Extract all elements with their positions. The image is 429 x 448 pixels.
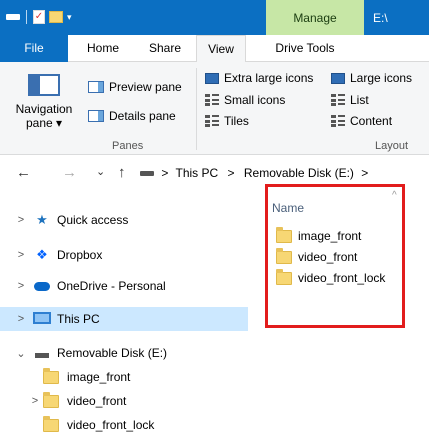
dropbox-icon: ❖ <box>36 247 48 262</box>
chevron-right-icon[interactable]: > <box>13 249 29 261</box>
window-title: E:\ <box>373 11 388 25</box>
red-highlight-box <box>265 184 405 328</box>
nav-item-dropbox[interactable]: > ❖ Dropbox <box>0 243 248 267</box>
breadcrumb-removable-disk[interactable]: Removable Disk (E:) <box>244 166 354 180</box>
preview-pane-button[interactable]: Preview pane <box>88 80 182 94</box>
preview-pane-label: Preview pane <box>109 80 182 94</box>
details-pane-button[interactable]: Details pane <box>88 109 176 123</box>
extra-large-icons-icon <box>205 72 219 84</box>
manage-tab[interactable]: Manage <box>266 0 364 35</box>
breadcrumb: > This PC > Removable Disk (E:) > <box>140 166 372 180</box>
tab-view[interactable]: View <box>196 35 246 63</box>
chevron-right-icon[interactable]: > <box>27 395 43 407</box>
nav-item-this-pc[interactable]: > This PC <box>0 307 248 331</box>
chevron-down-icon[interactable]: ⌄ <box>13 347 29 360</box>
nav-item-label: Quick access <box>57 213 129 227</box>
extra-large-icons-label: Extra large icons <box>224 71 314 85</box>
drive-icon[interactable] <box>6 14 20 20</box>
ribbon-separator <box>196 68 197 150</box>
navigation-pane: > ★ Quick access > ❖ Dropbox > OneDrive … <box>0 200 248 448</box>
nav-item-quick-access[interactable]: > ★ Quick access <box>0 208 248 232</box>
tab-file[interactable]: File <box>0 35 68 62</box>
breadcrumb-separator: > <box>361 166 369 180</box>
large-icons-icon <box>331 72 345 84</box>
list-label: List <box>350 93 369 107</box>
tab-drive-tools[interactable]: Drive Tools <box>255 35 355 62</box>
title-bar: ✓ ▾ Manage E:\ <box>0 0 429 35</box>
content-icon <box>331 115 345 127</box>
tab-home[interactable]: Home <box>78 35 128 62</box>
content-label: Content <box>350 114 393 128</box>
large-icons-label: Large icons <box>350 71 413 85</box>
back-button[interactable]: ← <box>16 164 31 181</box>
details-pane-label: Details pane <box>109 109 176 123</box>
pc-icon <box>33 311 51 327</box>
forward-button[interactable]: → <box>62 164 77 181</box>
content-option[interactable]: Content <box>331 114 392 128</box>
small-icons-label: Small icons <box>224 93 286 107</box>
breadcrumb-separator: > <box>161 166 169 180</box>
list-icon <box>331 94 345 106</box>
large-icons-option[interactable]: Large icons <box>331 71 412 85</box>
navigation-pane-sublabel: pane ▾ <box>25 116 63 130</box>
nav-item-label: video_front_lock <box>67 418 155 432</box>
nav-item-image-front[interactable]: image_front <box>0 365 248 389</box>
ribbon-tabs: File Home Share View Drive Tools <box>0 35 429 63</box>
toolbar-separator <box>26 10 27 24</box>
ribbon-body: Navigation pane ▾ Preview pane Details p… <box>0 62 429 155</box>
preview-pane-icon <box>88 81 104 93</box>
quick-access-toolbar: ✓ ▾ <box>6 10 72 24</box>
panes-group-label: Panes <box>112 140 144 152</box>
folder-icon <box>43 391 59 408</box>
tiles-icon <box>205 115 219 127</box>
nav-item-video-front-lock[interactable]: video_front_lock <box>0 413 248 437</box>
navigation-pane-label: Navigation <box>15 102 73 116</box>
dropdown-icon[interactable]: ▾ <box>67 12 72 23</box>
breadcrumb-this-pc[interactable]: This PC <box>175 166 218 180</box>
star-icon: ★ <box>36 212 48 227</box>
nav-item-onedrive[interactable]: > OneDrive - Personal <box>0 274 248 298</box>
nav-item-label: image_front <box>67 370 131 384</box>
recent-locations-button[interactable]: ⌄ <box>96 165 105 178</box>
drive-icon <box>140 171 154 177</box>
details-pane-icon <box>88 110 104 122</box>
up-button[interactable]: ↑ <box>118 164 126 181</box>
breadcrumb-separator: > <box>227 166 235 180</box>
nav-item-label: This PC <box>57 312 100 326</box>
nav-item-label: video_front <box>67 394 127 408</box>
navigation-pane-button[interactable]: Navigation pane ▾ <box>12 68 76 130</box>
small-icons-icon <box>205 94 219 106</box>
drive-icon <box>33 346 51 361</box>
nav-item-label: OneDrive - Personal <box>57 279 166 293</box>
folder-icon <box>43 415 59 432</box>
nav-item-video-front[interactable]: > video_front <box>0 389 248 413</box>
folder-icon <box>43 367 59 384</box>
nav-item-removable-disk[interactable]: ⌄ Removable Disk (E:) <box>0 341 248 365</box>
new-folder-icon[interactable] <box>49 11 63 23</box>
checkmark-properties-icon[interactable]: ✓ <box>33 10 45 24</box>
nav-item-label: Removable Disk (E:) <box>57 346 168 360</box>
nav-item-label: Dropbox <box>57 248 103 262</box>
tab-share[interactable]: Share <box>140 35 190 62</box>
chevron-right-icon[interactable]: > <box>13 280 29 292</box>
list-option[interactable]: List <box>331 93 369 107</box>
tiles-option[interactable]: Tiles <box>205 114 249 128</box>
cloud-icon <box>33 279 51 294</box>
layout-group-label: Layout <box>375 140 409 152</box>
extra-large-icons-option[interactable]: Extra large icons <box>205 71 313 85</box>
navigation-pane-icon <box>28 74 60 96</box>
tiles-label: Tiles <box>224 114 249 128</box>
small-icons-option[interactable]: Small icons <box>205 93 285 107</box>
chevron-right-icon[interactable]: > <box>13 313 29 325</box>
chevron-right-icon[interactable]: > <box>13 214 29 226</box>
